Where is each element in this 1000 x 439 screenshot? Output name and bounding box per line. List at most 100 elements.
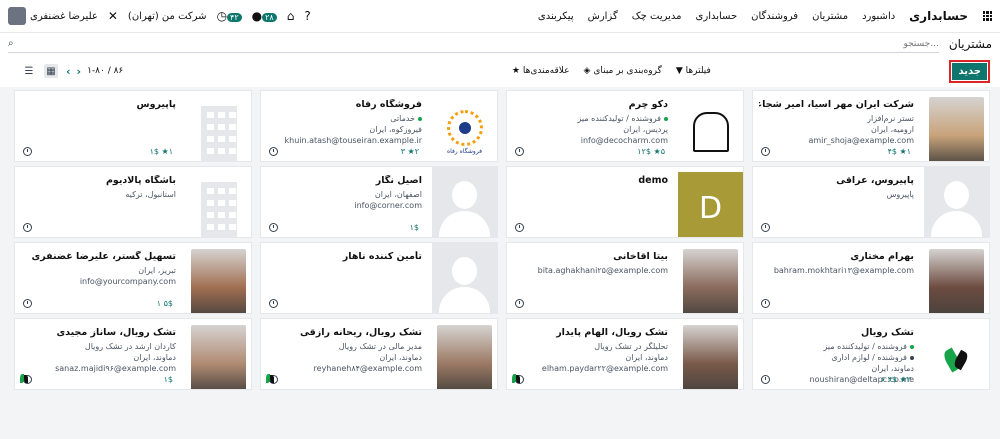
menu-vendors[interactable]: فروشندگان <box>751 11 798 22</box>
debug-tools-icon[interactable]: ✕ <box>108 9 118 23</box>
card-name: بهرام مختاری <box>850 251 914 262</box>
bank-icon[interactable]: ⌂ <box>287 9 295 23</box>
activity-clock-icon[interactable] <box>515 299 524 308</box>
contact-photo <box>929 97 984 161</box>
card-image <box>186 91 251 161</box>
card-name: demo <box>638 175 668 186</box>
kanban-card[interactable]: باشگاه پالادیوم استانبول، ترکیه <box>14 166 252 238</box>
contact-photo <box>191 325 246 389</box>
activity-clock-icon[interactable] <box>761 223 770 232</box>
activity-clock-icon[interactable] <box>269 147 278 156</box>
user-menu[interactable]: علیرضا غضنفری <box>8 7 98 25</box>
company-switcher[interactable]: شرکت من (تهران) <box>128 11 207 22</box>
card-body: بیتا آقاخانی bita.aghakhani۲۵@example.com <box>513 251 668 276</box>
activity-clock-icon[interactable] <box>761 299 770 308</box>
activity-clock-icon[interactable] <box>269 223 278 232</box>
contact-photo <box>929 249 984 313</box>
card-line: bahram.mokhtari۱۳@example.com <box>773 266 914 275</box>
card-line: khuin.atash@touseiran.example.ir <box>284 136 423 145</box>
card-stats[interactable]: ۱$ <box>164 375 173 384</box>
card-tag: خدماتی <box>267 113 422 124</box>
card-name: دکو چرم <box>628 99 668 110</box>
kanban-card[interactable]: Ddemo <box>506 166 744 238</box>
card-stats[interactable]: ۲★ ۳ <box>401 147 419 156</box>
card-line: ارومیه، ایران <box>870 125 914 134</box>
activity-clock-icon[interactable] <box>269 299 278 308</box>
card-image <box>432 319 497 389</box>
activity-clock-icon[interactable] <box>23 299 32 308</box>
search-input[interactable] <box>13 38 939 49</box>
menu-reporting[interactable]: گزارش <box>588 11 618 22</box>
kanban-card[interactable]: تشک رویال، الهام پایدار تحلیلگر در تشک رو… <box>506 318 744 390</box>
kanban-card[interactable]: تشک رویال، ساناز مجیدی کاردان ارشد در تشک… <box>14 318 252 390</box>
messages-button[interactable]: ● ۲۸ <box>252 9 277 23</box>
kanban-card[interactable]: شرکت ایران مهر آسیا، امیر شجاعی تستر نرم‌… <box>752 90 990 162</box>
card-line: پردیس، ایران <box>623 125 668 134</box>
list-view-icon[interactable]: ☰ <box>22 64 36 78</box>
card-body: پاپیروس، عراقی پاپیروس <box>759 175 914 200</box>
menu-check-management[interactable]: مدیریت چک <box>632 11 682 22</box>
menu-accounting[interactable]: حسابداری <box>696 11 738 22</box>
pager-value[interactable]: ۱-۸۰ / ۸۶ <box>87 66 123 76</box>
kanban-card[interactable]: تشک رویال، ریحانه رازقی مدیر مالی در تشک … <box>260 318 498 390</box>
menu-configuration[interactable]: پیکربندی <box>538 11 574 22</box>
activity-clock-icon[interactable] <box>761 375 770 384</box>
kanban-card[interactable]: بیتا آقاخانی bita.aghakhani۲۵@example.com <box>506 242 744 314</box>
card-line: elham.paydar۲۲@example.com <box>541 364 668 373</box>
card-image <box>432 167 497 237</box>
activity-clock-icon[interactable] <box>515 147 524 156</box>
logo-text: فروشگاه رفاه <box>446 147 483 155</box>
activity-clock-icon[interactable] <box>515 223 524 232</box>
kanban-card[interactable]: اصیل نگار اصفهان، ایران info@corner.com ۱$ <box>260 166 498 238</box>
card-stats[interactable]: ۵★ ۱۲$ <box>637 147 665 156</box>
card-line: info@corner.com <box>354 201 422 210</box>
apps-grid-icon[interactable] <box>982 11 992 21</box>
new-button-highlight: جدید <box>949 59 990 83</box>
card-stats[interactable]: ۳★ ۴$ ۶ <box>881 375 911 384</box>
kanban-card[interactable]: دکو چرم فروشنده / تولیدکننده میز پردیس، ای… <box>506 90 744 162</box>
card-tag: فروشنده / لوازم اداری <box>759 352 914 363</box>
activity-clock-icon[interactable] <box>23 147 32 156</box>
groupby-button[interactable]: ◈ گروه‌بندی بر مبنای <box>584 66 662 76</box>
card-name: تشک رویال، ساناز مجیدی <box>56 327 176 338</box>
contact-photo <box>191 249 246 313</box>
card-body: demo <box>513 175 668 189</box>
new-button[interactable]: جدید <box>952 62 987 80</box>
parent-company-logo-icon <box>19 374 29 384</box>
card-image <box>186 167 251 237</box>
card-stats[interactable]: ۱★ ۴$ <box>888 147 911 156</box>
help-icon[interactable]: ? <box>304 9 310 23</box>
card-line: استانبول، ترکیه <box>125 190 176 199</box>
kanban-card[interactable]: تشک رویال فروشنده / تولیدکننده میز فروشنده… <box>752 318 990 390</box>
kanban-grid: پاپیروس ۱★ ۱$ فروشگاه رفاه فروشگاه رفاه خدما… <box>0 87 1000 439</box>
page-title: مشتریان <box>948 37 992 51</box>
card-stats[interactable]: ۱$ <box>410 223 419 232</box>
filters-button[interactable]: ▼ فیلترها <box>676 66 711 76</box>
card-line: تستر نرم‌افزار <box>867 114 914 123</box>
card-name: تشک رویال، ریحانه رازقی <box>299 327 422 338</box>
contact-photo <box>683 249 738 313</box>
kanban-card[interactable]: بهرام مختاری bahram.mokhtari۱۳@example.co… <box>752 242 990 314</box>
activities-button[interactable]: ◷ ۴۲ <box>217 9 242 23</box>
pager-prev-icon[interactable]: ‹ <box>66 65 71 78</box>
kanban-view-icon[interactable]: ▦ <box>44 64 58 78</box>
kanban-card[interactable]: تسهیل گستر، علیرضا غضنفری تبریز، ایران inf… <box>14 242 252 314</box>
activity-clock-icon[interactable] <box>761 147 770 156</box>
activity-clock-icon[interactable] <box>23 223 32 232</box>
leaf-logo <box>942 345 972 375</box>
kanban-card[interactable]: پاپیروس ۱★ ۱$ <box>14 90 252 162</box>
kanban-card[interactable]: پاپیروس، عراقی پاپیروس <box>752 166 990 238</box>
menu-customers[interactable]: مشتریان <box>812 11 848 22</box>
kanban-card[interactable]: تأمین کننده ناهار <box>260 242 498 314</box>
kanban-card[interactable]: فروشگاه رفاه فروشگاه رفاه خدماتی فیروزکوه، … <box>260 90 498 162</box>
search-row: ⌕ مشتریان <box>0 33 1000 55</box>
card-stats[interactable]: ۱★ ۱$ <box>150 147 173 156</box>
activities-badge: ۴۲ <box>227 13 242 22</box>
app-title[interactable]: حسابداری <box>909 9 968 23</box>
menu-dashboard[interactable]: داشبورد <box>862 11 895 22</box>
card-image <box>186 243 251 313</box>
card-stats[interactable]: ۵$ ۱ <box>157 299 173 308</box>
card-body: تشک رویال، ریحانه رازقی مدیر مالی در تشک … <box>267 327 422 374</box>
pager-next-icon[interactable]: › <box>77 65 82 78</box>
favorites-button[interactable]: ★ علاقه‌مندی‌ها <box>512 66 570 76</box>
